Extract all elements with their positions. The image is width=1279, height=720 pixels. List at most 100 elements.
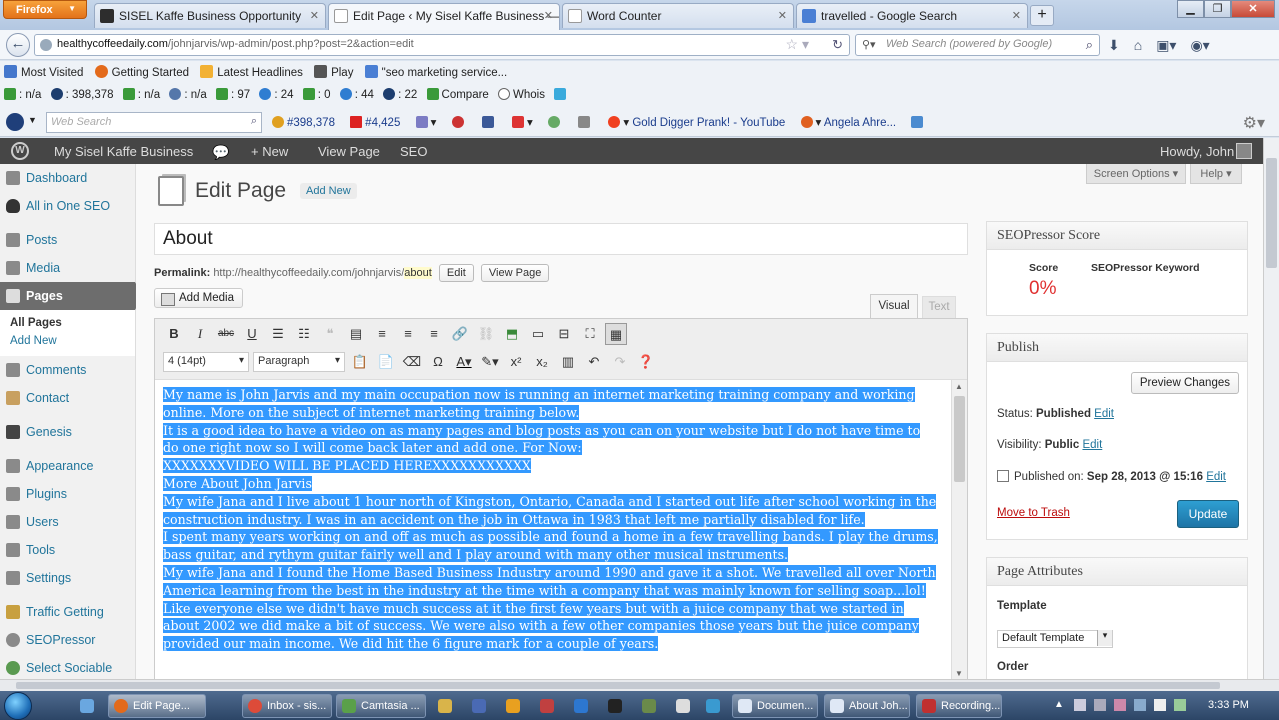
outdent-button[interactable]: ▥ <box>557 351 579 373</box>
bookmark-latest-headlines[interactable]: Latest Headlines <box>200 65 303 79</box>
help-button[interactable]: Help ▾ <box>1190 164 1242 184</box>
new-content-link[interactable]: + New <box>251 144 288 159</box>
tab-visual[interactable]: Visual <box>870 294 918 318</box>
tray-app-icon[interactable] <box>1114 699 1126 711</box>
subscript-button[interactable]: x₂ <box>531 351 553 373</box>
editor-scrollbar[interactable]: ▲ ▼ <box>951 380 967 679</box>
template-select[interactable]: Default Template <box>997 630 1113 648</box>
edit-permalink-button[interactable]: Edit <box>438 264 474 282</box>
menu-plugins[interactable]: Plugins <box>0 480 135 508</box>
minimize-button[interactable]: ▁ <box>1177 0 1204 18</box>
clear-formatting-button[interactable]: ⌫ <box>401 351 423 373</box>
seo-stat[interactable]: : 0 <box>302 88 331 101</box>
post-title-input[interactable]: About <box>154 223 968 255</box>
paste-word-button[interactable]: 📄 <box>375 351 397 373</box>
close-icon[interactable]: ✕ <box>1012 9 1021 22</box>
align-center-button[interactable]: ≡ <box>397 323 419 345</box>
editor-content-area[interactable]: My name is John Jarvis and my main occup… <box>155 379 967 679</box>
task-document[interactable]: Documen... <box>732 694 818 718</box>
gmail-tool[interactable]: ▾ <box>511 116 533 129</box>
seopressor-title[interactable]: SEOPressor Score <box>987 222 1247 250</box>
unlink-button[interactable]: ⛓ <box>475 323 497 345</box>
align-left-button[interactable]: ≡ <box>371 323 393 345</box>
bold-button[interactable]: B <box>163 323 185 345</box>
submenu-add-new[interactable]: Add New <box>10 332 135 350</box>
taskbar-pinned-item[interactable] <box>602 694 628 718</box>
task-about-john[interactable]: About Joh... <box>824 694 910 718</box>
horizontal-scrollbar[interactable] <box>0 679 1279 691</box>
tab-text[interactable]: Text <box>922 296 956 318</box>
taskbar-pinned-item[interactable] <box>432 694 458 718</box>
edit-visibility-link[interactable]: Edit <box>1082 439 1102 451</box>
highlight-button[interactable]: ✎▾ <box>479 351 501 373</box>
taskbar-pinned-item[interactable] <box>74 694 100 718</box>
pin-tool[interactable] <box>451 116 467 129</box>
edit-date-link[interactable]: Edit <box>1206 471 1226 483</box>
publish-title[interactable]: Publish <box>987 334 1247 362</box>
menu-contact[interactable]: Contact <box>0 384 135 412</box>
link-button[interactable]: 🔗 <box>449 323 471 345</box>
menu-posts[interactable]: Posts <box>0 226 135 254</box>
menu-seopressor[interactable]: SEOPressor <box>0 626 135 654</box>
task-recording[interactable]: Recording... <box>916 694 1002 718</box>
home-icon[interactable]: ⌂ <box>1134 37 1142 54</box>
reload-icon[interactable]: ↻ <box>832 37 843 53</box>
seo-stat[interactable]: : 22 <box>383 88 417 101</box>
seo-stat[interactable]: : n/a <box>4 88 41 101</box>
back-button[interactable]: ← <box>6 33 30 57</box>
permalink-url[interactable]: http://healthycoffeedaily.com/johnjarvis… <box>213 267 404 279</box>
taskbar-pinned-item[interactable] <box>700 694 726 718</box>
menu-genesis[interactable]: Genesis <box>0 418 135 446</box>
comment-icon[interactable]: 💬 <box>212 144 229 161</box>
tab-word-counter[interactable]: Word Counter ✕ <box>562 3 794 28</box>
tab-sisel-kaffe[interactable]: SISEL Kaffe Business Opportunity ✕ <box>94 3 326 28</box>
page-break-button[interactable]: ▭ <box>527 323 549 345</box>
alexa-rank[interactable]: #398,378 <box>272 116 335 129</box>
update-button[interactable]: Update <box>1177 500 1239 528</box>
move-to-trash-link[interactable]: Move to Trash <box>997 507 1070 519</box>
task-camtasia[interactable]: Camtasia ... <box>336 694 426 718</box>
new-tab-button[interactable]: + <box>1030 5 1054 26</box>
undo-button[interactable]: ↶ <box>583 351 605 373</box>
search-input[interactable]: ⚲▾ Web Search (powered by Google) ⌕ <box>855 34 1100 56</box>
underline-button[interactable]: U <box>241 323 263 345</box>
italic-button[interactable]: I <box>189 323 211 345</box>
tab-edit-page[interactable]: Edit Page ‹ My Sisel Kaffe Business — ..… <box>328 3 560 30</box>
wordpress-logo-icon[interactable]: W <box>11 142 29 160</box>
scrollbar-thumb[interactable] <box>1266 158 1277 268</box>
country-rank[interactable]: #4,425 <box>350 116 400 129</box>
plus-tool[interactable] <box>547 116 563 129</box>
whois-button[interactable]: Whois <box>498 88 545 101</box>
close-icon[interactable]: ✕ <box>310 9 319 22</box>
tab-google-search[interactable]: travelled - Google Search ✕ <box>796 3 1028 28</box>
menu-tools[interactable]: Tools <box>0 536 135 564</box>
superscript-button[interactable]: x² <box>505 351 527 373</box>
bookmark-star-icon[interactable]: ☆ ▾ <box>786 36 809 53</box>
start-button[interactable] <box>4 692 32 720</box>
add-new-button[interactable]: Add New <box>300 183 357 199</box>
seo-stat[interactable]: : 97 <box>215 88 250 101</box>
howdy-account[interactable]: Howdy, John <box>1160 144 1234 159</box>
taskbar-clock[interactable]: 3:33 PM <box>1208 699 1249 711</box>
page-attributes-title[interactable]: Page Attributes <box>987 558 1247 586</box>
close-icon[interactable]: ✕ <box>778 9 787 22</box>
volume-icon[interactable] <box>1094 699 1106 711</box>
kitchen-sink-button[interactable]: ▦ <box>605 323 627 345</box>
taskbar-pinned-item[interactable] <box>670 694 696 718</box>
bookmark-most-visited[interactable]: Most Visited <box>4 65 83 79</box>
tray-app-icon[interactable] <box>1174 699 1186 711</box>
facebook-tool[interactable] <box>481 116 497 129</box>
tray-expand-icon[interactable]: ▲ <box>1054 699 1064 710</box>
seo-stat[interactable]: : 44 <box>339 88 374 101</box>
menu-dashboard[interactable]: Dashboard <box>0 164 135 192</box>
scrollbar-thumb[interactable] <box>954 396 965 482</box>
special-char-button[interactable]: Ω <box>427 351 449 373</box>
format-select[interactable]: Paragraph <box>253 352 345 372</box>
twitter-button[interactable] <box>554 88 569 101</box>
editor-text[interactable]: My name is John Jarvis and my main occup… <box>163 386 939 653</box>
numbered-list-button[interactable]: ☷ <box>293 323 315 345</box>
help-icon[interactable]: ❓ <box>635 351 657 373</box>
seo-link[interactable]: SEO <box>400 144 427 159</box>
redo-button[interactable]: ↷ <box>609 351 631 373</box>
menu-select-sociable[interactable]: Select Sociable <box>0 654 135 682</box>
